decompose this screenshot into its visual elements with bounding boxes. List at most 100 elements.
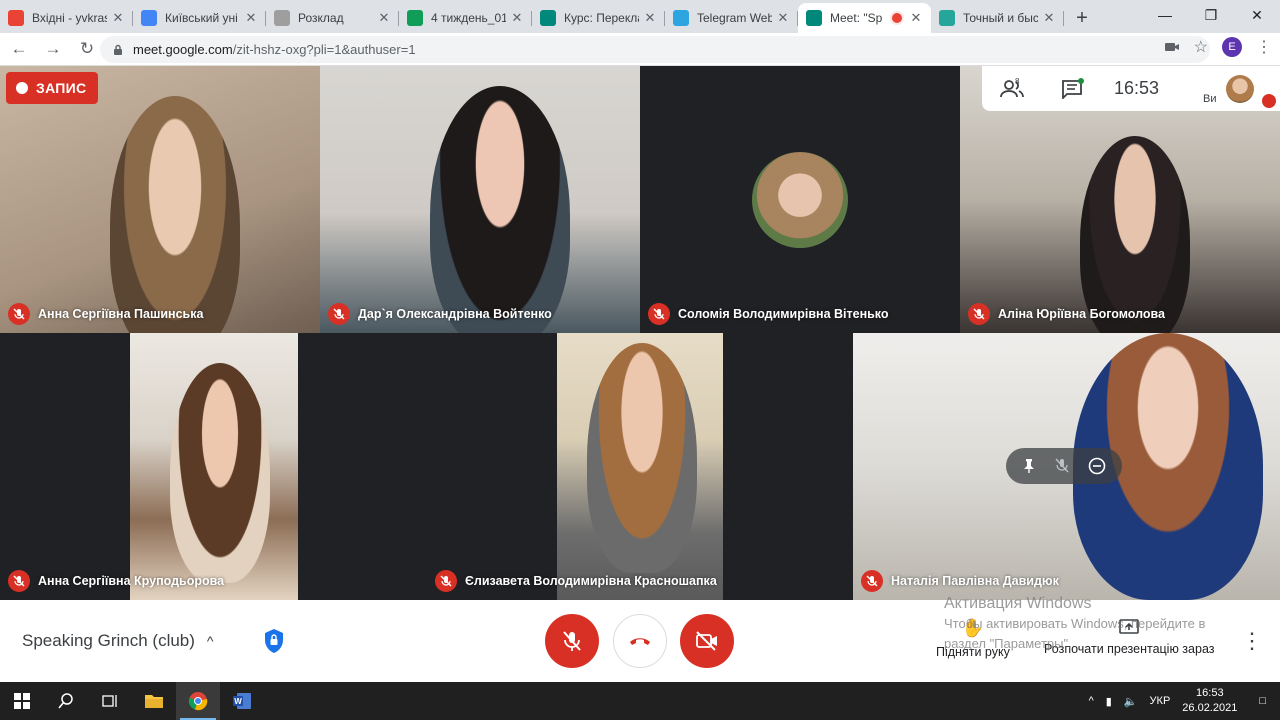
- language-indicator[interactable]: УКР: [1150, 695, 1171, 707]
- profile-avatar[interactable]: E: [1222, 37, 1242, 57]
- mic-off-icon: [563, 631, 581, 651]
- taskbar-clock[interactable]: 16:53 26.02.2021: [1182, 686, 1237, 716]
- new-tab-button[interactable]: +: [1068, 3, 1096, 33]
- volume-icon[interactable]: 🔈: [1124, 695, 1138, 708]
- participant-name-text: Дар`я Олександрівна Войтенко: [358, 307, 552, 321]
- url-path: /zit-hshz-oxg?pli=1&authuser=1: [232, 42, 416, 57]
- address-bar[interactable]: meet.google.com/zit-hshz-oxg?pli=1&authu…: [100, 36, 1210, 63]
- close-tab-icon[interactable]: ✕: [1042, 10, 1056, 26]
- people-icon: [1000, 79, 1024, 97]
- chat-button[interactable]: [1042, 66, 1102, 111]
- self-avatar[interactable]: [1226, 75, 1254, 103]
- participant-name-text: Єлизавета Володимирівна Красношапка: [465, 574, 717, 588]
- tab-title: Telegram Web: [697, 11, 772, 25]
- hang-up-icon: [630, 638, 650, 645]
- close-tab-icon[interactable]: ✕: [909, 10, 923, 26]
- reload-icon[interactable]: ↻: [72, 34, 102, 64]
- recording-badge: ЗАПИС: [6, 72, 99, 104]
- tab-title: Meet: "Sp: [830, 11, 883, 25]
- participant-name: Соломія Володимирівна Вітенько: [648, 303, 889, 325]
- start-button[interactable]: [0, 682, 44, 720]
- microphone-toggle-button[interactable]: [545, 614, 599, 668]
- self-caption: Ви: [1203, 93, 1217, 105]
- camera-blocked-icon[interactable]: [1164, 40, 1180, 54]
- task-view-button[interactable]: [88, 682, 132, 720]
- notifications-icon[interactable]: □: [1259, 695, 1266, 707]
- word-taskbar-button[interactable]: W: [220, 682, 264, 720]
- back-icon[interactable]: ←: [4, 34, 34, 64]
- forward-icon[interactable]: →: [38, 34, 68, 64]
- participant-tile[interactable]: Анна Сергіївна Круподьорова: [0, 333, 298, 600]
- close-tab-icon[interactable]: ✕: [776, 10, 790, 26]
- taskbar-date: 26.02.2021: [1182, 702, 1238, 714]
- chrome-icon: [188, 692, 208, 711]
- close-tab-icon[interactable]: ✕: [111, 10, 125, 26]
- browser-tab[interactable]: Курс: Перекла ✕: [532, 3, 665, 33]
- close-tab-icon[interactable]: ✕: [244, 10, 258, 26]
- browser-tab[interactable]: Telegram Web ✕: [665, 3, 798, 33]
- meet-icon: [806, 10, 822, 26]
- restore-icon[interactable]: ❐: [1188, 0, 1234, 30]
- participant-tile[interactable]: Дар`я Олександрівна Войтенко: [320, 66, 640, 333]
- lock-icon: [114, 44, 122, 55]
- browser-tab-strip: Вхідні - yvkras ✕ Київський уні ✕ Розклад ✕ 4 …: [0, 0, 1280, 33]
- more-options-icon[interactable]: ⋮: [1241, 626, 1263, 656]
- remove-participant-icon[interactable]: [1088, 457, 1106, 475]
- tab-title: Курс: Перекла: [564, 11, 639, 25]
- url-host: meet.google.com: [133, 42, 233, 57]
- mic-off-icon: [648, 303, 670, 325]
- host-controls-button[interactable]: [259, 624, 289, 658]
- close-window-icon[interactable]: ✕: [1234, 0, 1280, 30]
- search-button[interactable]: [44, 682, 88, 720]
- battery-icon[interactable]: ▮: [1106, 695, 1112, 708]
- word-icon: W: [233, 693, 251, 709]
- meet-video-grid: ЗАПИС Анна Сергіївна Пашинська Дар`я Оле…: [0, 66, 1280, 600]
- participant-silhouette: [170, 363, 270, 583]
- browser-tab[interactable]: Точный и быс ✕: [931, 3, 1064, 33]
- task-view-icon: [102, 695, 117, 707]
- meeting-clock: 16:53: [1114, 78, 1160, 98]
- browser-tab[interactable]: Розклад ✕: [266, 3, 399, 33]
- browser-tab[interactable]: Вхідні - yvkras ✕: [0, 3, 133, 33]
- browser-tab[interactable]: 4 тиждень_01 ✕: [399, 3, 532, 33]
- participant-video: [110, 96, 240, 333]
- minimize-icon[interactable]: —: [1142, 0, 1188, 30]
- bookmark-star-icon[interactable]: ☆: [1194, 37, 1208, 57]
- self-mic-off-icon: [1262, 94, 1276, 108]
- participant-name: Дар`я Олександрівна Войтенко: [328, 303, 552, 325]
- participant-avatar: [752, 152, 848, 248]
- shield-lock-icon: [265, 629, 283, 653]
- camera-toggle-button[interactable]: [680, 614, 734, 668]
- tile-hover-controls: [1006, 448, 1122, 484]
- participant-name-text: Наталія Павлівна Давидюк: [891, 574, 1059, 588]
- chrome-taskbar-button[interactable]: [176, 682, 220, 720]
- mute-participant-icon[interactable]: [1055, 458, 1069, 474]
- browser-tab[interactable]: Київський уні ✕: [133, 3, 266, 33]
- mic-off-icon: [328, 303, 350, 325]
- leave-call-button[interactable]: [613, 614, 667, 668]
- participant-name-text: Соломія Володимирівна Вітенько: [678, 307, 889, 321]
- participant-name-text: Аліна Юріївна Богомолова: [998, 307, 1166, 321]
- participant-tile[interactable]: Соломія Володимирівна Вітенько: [640, 66, 960, 333]
- system-tray: ^ ▮ 🔈 УКР 16:53 26.02.2021 □: [1083, 682, 1280, 720]
- file-explorer-button[interactable]: [132, 682, 176, 720]
- mic-off-icon: [861, 570, 883, 592]
- course-icon: [540, 10, 556, 26]
- chevron-up-tray-icon[interactable]: ^: [1089, 695, 1094, 707]
- translate-icon: [939, 10, 955, 26]
- chrome-menu-icon[interactable]: ⋮: [1256, 37, 1272, 57]
- meeting-info-bar: 8 16:53 Ви: [982, 66, 1280, 111]
- close-tab-icon[interactable]: ✕: [510, 10, 524, 26]
- browser-tab[interactable]: Meet: "Sp ✕: [798, 3, 931, 33]
- participant-name-text: Анна Сергіївна Пашинська: [38, 307, 204, 321]
- mic-off-icon: [8, 570, 30, 592]
- windows-activation-watermark: Активация Windows Чтобы активировать Win…: [944, 594, 1244, 654]
- close-tab-icon[interactable]: ✕: [377, 10, 391, 26]
- close-tab-icon[interactable]: ✕: [643, 10, 657, 26]
- participant-silhouette: [587, 343, 697, 573]
- participant-tile[interactable]: Єлизавета Володимирівна Красношапка: [427, 333, 853, 600]
- pin-icon[interactable]: [1022, 458, 1036, 474]
- meeting-details-toggle[interactable]: Speaking Grinch (club) ^: [22, 631, 214, 651]
- people-button[interactable]: 8: [982, 66, 1042, 111]
- participant-tile[interactable]: ЗАПИС Анна Сергіївна Пашинська: [0, 66, 320, 333]
